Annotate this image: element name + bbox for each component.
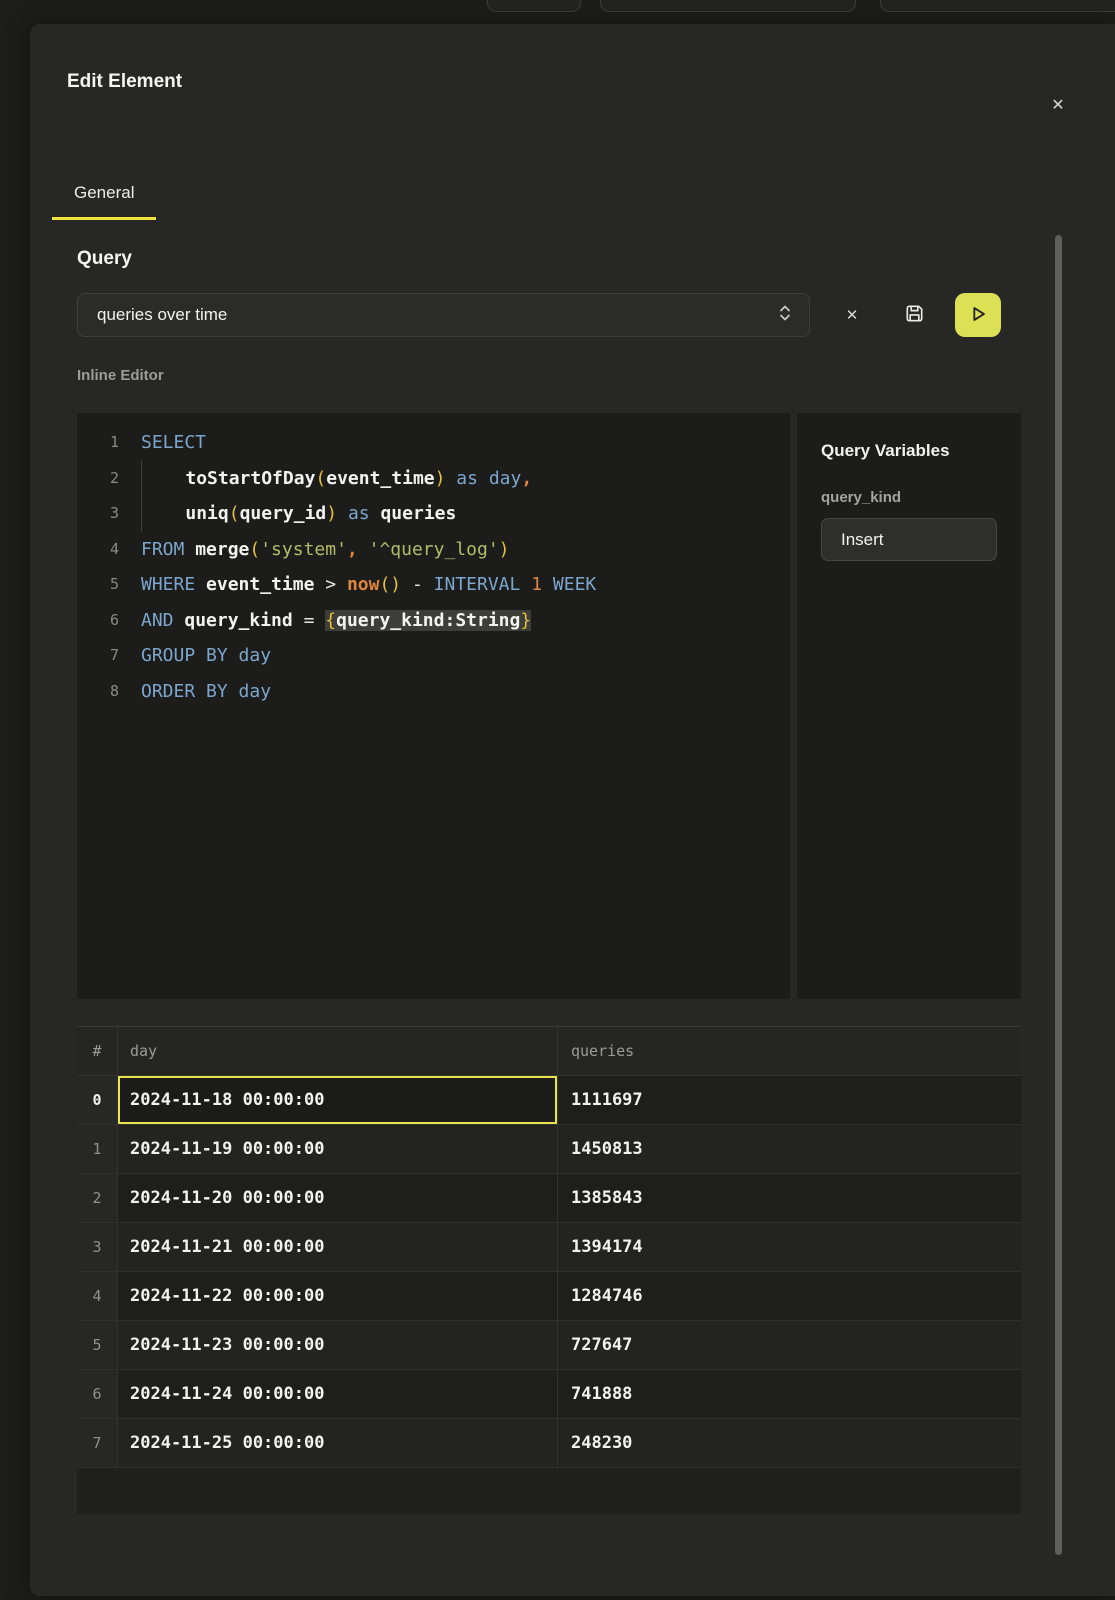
- day-cell[interactable]: 2024-11-23 00:00:00: [118, 1321, 558, 1369]
- column-header-queries: queries: [558, 1027, 1021, 1075]
- queries-cell[interactable]: 727647: [558, 1321, 1021, 1369]
- column-header-index: #: [77, 1027, 118, 1075]
- code-text: uniq(query_id) as queries: [141, 496, 456, 532]
- tab-bar: General: [52, 183, 1115, 220]
- line-number: 1: [77, 425, 119, 461]
- inline-editor-label: Inline Editor: [77, 367, 1021, 385]
- line-number: 7: [77, 638, 119, 674]
- queries-cell[interactable]: 1111697: [558, 1076, 1021, 1124]
- clear-icon: ✕: [846, 306, 859, 324]
- play-icon: [967, 303, 989, 328]
- day-cell[interactable]: 2024-11-18 00:00:00: [118, 1076, 558, 1124]
- table-row: 02024-11-18 00:00:001111697: [77, 1076, 1021, 1125]
- insert-variable-button[interactable]: Insert: [821, 518, 997, 561]
- code-text: toStartOfDay(event_time) as day,: [141, 461, 532, 497]
- row-index-cell: 2: [77, 1174, 118, 1222]
- queries-cell[interactable]: 1284746: [558, 1272, 1021, 1320]
- row-index-cell: 4: [77, 1272, 118, 1320]
- row-index-cell: 6: [77, 1370, 118, 1418]
- row-index-cell: 0: [77, 1076, 118, 1124]
- background-tab-outline: [600, 0, 856, 12]
- code-text: ORDER BY day: [141, 674, 271, 710]
- queries-cell[interactable]: 248230: [558, 1419, 1021, 1467]
- queries-cell[interactable]: 1394174: [558, 1223, 1021, 1271]
- queries-cell[interactable]: 1450813: [558, 1125, 1021, 1173]
- indent-guide: [141, 496, 185, 532]
- code-line: 2 toStartOfDay(event_time) as day,: [77, 461, 790, 497]
- column-header-day: day: [118, 1027, 558, 1075]
- code-line: 3 uniq(query_id) as queries: [77, 496, 790, 532]
- queries-cell[interactable]: 1385843: [558, 1174, 1021, 1222]
- table-row: 62024-11-24 00:00:00741888: [77, 1370, 1021, 1419]
- table-row: 12024-11-19 00:00:001450813: [77, 1125, 1021, 1174]
- code-lines: 1SELECT2 toStartOfDay(event_time) as day…: [77, 425, 790, 709]
- code-line: 7 GROUP BY day: [77, 638, 790, 674]
- indent-guide: [141, 461, 185, 497]
- query-select[interactable]: queries over time: [77, 293, 810, 337]
- query-select-value: queries over time: [97, 305, 777, 325]
- code-text: SELECT: [141, 425, 206, 461]
- close-button[interactable]: ✕: [1043, 90, 1073, 120]
- code-text: FROM merge('system', '^query_log'): [141, 532, 510, 568]
- day-cell[interactable]: 2024-11-19 00:00:00: [118, 1125, 558, 1173]
- code-text: AND query_kind = {query_kind:String}: [141, 603, 531, 639]
- table-row: 22024-11-20 00:00:001385843: [77, 1174, 1021, 1223]
- save-icon: [903, 302, 926, 328]
- day-cell[interactable]: 2024-11-25 00:00:00: [118, 1419, 558, 1467]
- background-tab-outline: [880, 0, 1115, 12]
- row-index-cell: 1: [77, 1125, 118, 1173]
- code-line: 5 WHERE event_time > now() - INTERVAL 1 W…: [77, 567, 790, 603]
- save-query-button[interactable]: [896, 297, 932, 333]
- row-index-cell: 5: [77, 1321, 118, 1369]
- clear-query-button[interactable]: ✕: [834, 297, 870, 333]
- line-number: 6: [77, 603, 119, 639]
- day-cell[interactable]: 2024-11-22 00:00:00: [118, 1272, 558, 1320]
- table-footer-strip: [77, 1468, 1021, 1514]
- modal-title: Edit Element: [67, 71, 1115, 93]
- code-line: 6 AND query_kind = {query_kind:String}: [77, 603, 790, 639]
- query-variables-panel: Query Variables query_kind Insert: [797, 413, 1021, 999]
- row-index-cell: 7: [77, 1419, 118, 1467]
- code-text: GROUP BY day: [141, 638, 271, 674]
- day-cell[interactable]: 2024-11-21 00:00:00: [118, 1223, 558, 1271]
- chevron-up-down-icon: [777, 303, 793, 328]
- query-variables-title: Query Variables: [821, 441, 997, 461]
- tab-general[interactable]: General: [52, 183, 156, 220]
- line-number: 2: [77, 461, 119, 497]
- table-row: 72024-11-25 00:00:00248230: [77, 1419, 1021, 1468]
- close-icon: ✕: [1051, 95, 1064, 115]
- table-body: 02024-11-18 00:00:00111169712024-11-19 0…: [77, 1076, 1021, 1468]
- tab-label: General: [74, 183, 134, 202]
- table-row: 42024-11-22 00:00:001284746: [77, 1272, 1021, 1321]
- table-header-row: # day queries: [77, 1027, 1021, 1076]
- line-number: 8: [77, 674, 119, 710]
- line-number: 5: [77, 567, 119, 603]
- line-number: 3: [77, 496, 119, 532]
- editor-container: 1SELECT2 toStartOfDay(event_time) as day…: [77, 413, 1021, 999]
- run-query-button[interactable]: [955, 293, 1001, 337]
- line-number: 4: [77, 532, 119, 568]
- query-row: queries over time ✕: [77, 293, 1021, 337]
- code-text: WHERE event_time > now() - INTERVAL 1 WE…: [141, 567, 596, 603]
- modal-scrollbar[interactable]: [1055, 235, 1062, 1555]
- code-line: 4 FROM merge('system', '^query_log'): [77, 532, 790, 568]
- day-cell[interactable]: 2024-11-24 00:00:00: [118, 1370, 558, 1418]
- code-line: 1 SELECT: [77, 425, 790, 461]
- query-heading: Query: [77, 248, 1021, 270]
- results-table: # day queries 02024-11-18 00:00:00111169…: [77, 1026, 1021, 1514]
- edit-element-modal: Edit Element ✕ General Query queries ove…: [30, 24, 1115, 1596]
- sql-editor[interactable]: 1SELECT2 toStartOfDay(event_time) as day…: [77, 413, 790, 999]
- day-cell[interactable]: 2024-11-20 00:00:00: [118, 1174, 558, 1222]
- background-tab-outline: [487, 0, 581, 12]
- row-index-cell: 3: [77, 1223, 118, 1271]
- table-row: 32024-11-21 00:00:001394174: [77, 1223, 1021, 1272]
- code-line: 8 ORDER BY day: [77, 674, 790, 710]
- table-row: 52024-11-23 00:00:00727647: [77, 1321, 1021, 1370]
- queries-cell[interactable]: 741888: [558, 1370, 1021, 1418]
- variable-name-label: query_kind: [821, 489, 997, 506]
